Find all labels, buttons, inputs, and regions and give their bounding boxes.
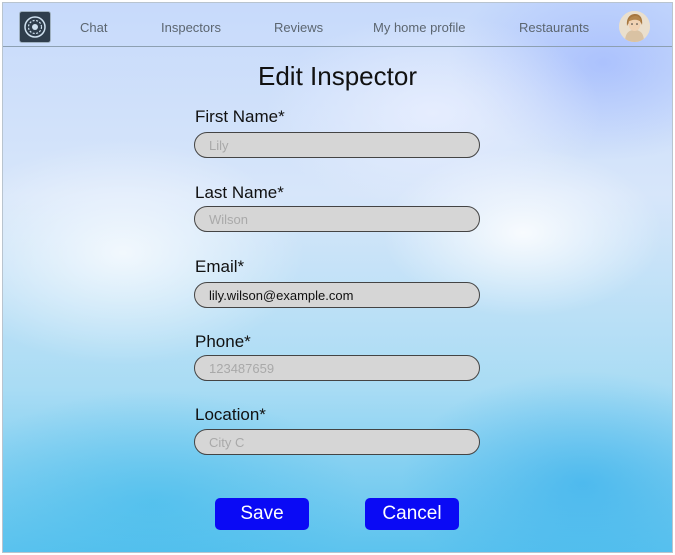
nav-link-chat[interactable]: Chat bbox=[80, 20, 107, 35]
nav-link-my-home-profile[interactable]: My home profile bbox=[373, 20, 465, 35]
phone-field[interactable] bbox=[194, 355, 480, 381]
app-frame: Chat Inspectors Reviews My home profile … bbox=[2, 2, 673, 553]
page-title: Edit Inspector bbox=[258, 61, 417, 91]
last-name-label: Last Name* bbox=[195, 183, 284, 202]
nav-link-inspectors[interactable]: Inspectors bbox=[161, 20, 221, 35]
last-name-field[interactable] bbox=[194, 206, 480, 232]
nav-link-reviews[interactable]: Reviews bbox=[274, 20, 323, 35]
user-avatar[interactable] bbox=[619, 11, 650, 42]
nav-link-restaurants[interactable]: Restaurants bbox=[519, 20, 589, 35]
email-label: Email* bbox=[195, 257, 245, 276]
location-field[interactable] bbox=[194, 429, 480, 455]
top-navbar: Chat Inspectors Reviews My home profile … bbox=[3, 3, 672, 47]
first-name-label: First Name* bbox=[195, 107, 285, 126]
app-logo-icon[interactable] bbox=[19, 11, 51, 43]
location-label: Location* bbox=[195, 405, 266, 424]
email-field[interactable] bbox=[194, 282, 480, 308]
first-name-field[interactable] bbox=[194, 132, 480, 158]
cancel-button[interactable]: Cancel bbox=[365, 498, 459, 530]
phone-label: Phone* bbox=[195, 332, 251, 351]
save-button[interactable]: Save bbox=[215, 498, 309, 530]
